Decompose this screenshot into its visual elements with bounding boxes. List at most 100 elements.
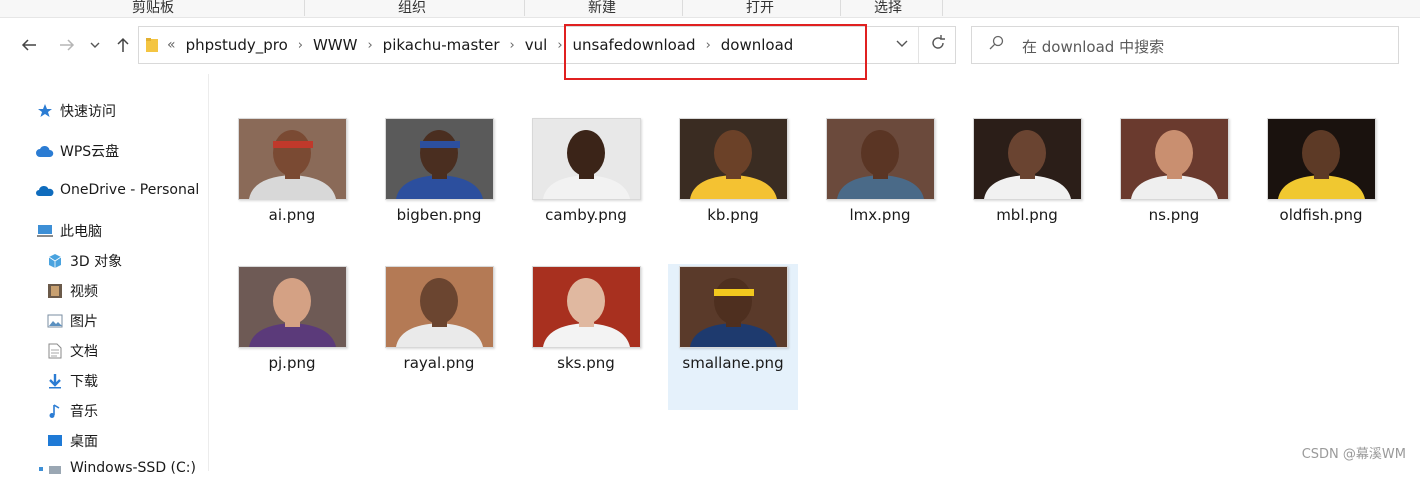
- file-item[interactable]: ai.png: [227, 116, 357, 262]
- ribbon-group-open: 打开: [746, 0, 774, 16]
- refresh-icon: [932, 35, 945, 49]
- refresh-button[interactable]: [929, 34, 947, 57]
- sidebar-item-label: 图片: [70, 314, 98, 330]
- image-thumbnail: [385, 266, 494, 348]
- file-item[interactable]: camby.png: [521, 116, 651, 262]
- drive-icon: [34, 459, 64, 477]
- file-name: sks.png: [557, 354, 615, 372]
- sidebar-item-label: 文档: [70, 344, 98, 360]
- file-item[interactable]: oldfish.png: [1256, 116, 1386, 262]
- file-item[interactable]: bigben.png: [374, 116, 504, 262]
- ribbon-divider: [942, 0, 943, 16]
- recent-locations-button[interactable]: [87, 34, 103, 56]
- computer-icon: [36, 222, 54, 240]
- file-name: camby.png: [545, 206, 627, 224]
- chevron-down-icon: [896, 40, 908, 47]
- breadcrumb-vul[interactable]: vul: [525, 36, 548, 54]
- star-icon: [36, 102, 54, 120]
- address-divider: [918, 27, 919, 63]
- search-placeholder: 在 download 中搜索: [1022, 38, 1165, 56]
- address-history-button[interactable]: [895, 36, 909, 54]
- forward-button[interactable]: [56, 34, 78, 56]
- sidebar-item-label: 视频: [70, 284, 98, 300]
- ribbon-group-labels: 剪贴板 组织 新建 打开 选择: [0, 0, 1420, 18]
- file-item[interactable]: ns.png: [1109, 116, 1239, 262]
- chevron-right-icon[interactable]: ›: [510, 38, 515, 53]
- sidebar-item-label: WPS云盘: [60, 144, 120, 160]
- sidebar-item-documents[interactable]: 文档: [46, 341, 98, 361]
- onedrive-icon: [36, 181, 54, 199]
- image-thumbnail: [532, 118, 641, 200]
- image-thumbnail: [385, 118, 494, 200]
- sidebar-item-3d-objects[interactable]: 3D 对象: [46, 251, 122, 271]
- sidebar-item-music[interactable]: 音乐: [46, 401, 98, 421]
- breadcrumb-www[interactable]: WWW: [313, 36, 358, 54]
- image-thumbnail: [238, 266, 347, 348]
- sidebar-item-downloads[interactable]: 下载: [46, 371, 98, 391]
- sidebar-item-drive-c[interactable]: Windows-SSD (C:): [34, 459, 196, 477]
- ribbon-group-select: 选择: [874, 0, 902, 16]
- chevron-right-icon[interactable]: ›: [298, 38, 303, 53]
- sidebar-item-label: 下载: [70, 374, 98, 390]
- sidebar-item-videos[interactable]: 视频: [46, 281, 98, 301]
- document-icon: [46, 342, 64, 360]
- up-button[interactable]: [112, 34, 134, 56]
- image-thumbnail: [532, 266, 641, 348]
- sidebar-item-label: 此电脑: [60, 224, 102, 240]
- navigation-pane: 快速访问 WPS云盘 OneDrive - Personal 此电脑 3D 对象…: [0, 74, 209, 476]
- chevron-right-icon[interactable]: ›: [557, 38, 562, 53]
- ribbon-group-clipboard: 剪贴板: [132, 0, 174, 16]
- ribbon-group-organize: 组织: [398, 0, 426, 16]
- search-box[interactable]: 在 download 中搜索: [971, 26, 1399, 64]
- image-thumbnail: [826, 118, 935, 200]
- file-name: lmx.png: [849, 206, 911, 224]
- file-name: ai.png: [268, 206, 316, 224]
- arrow-left-icon: [21, 39, 36, 51]
- arrow-right-icon: [60, 39, 75, 51]
- arrow-up-icon: [117, 37, 129, 52]
- cloud-icon: [36, 142, 54, 160]
- sidebar-item-wps-cloud[interactable]: WPS云盘: [36, 141, 119, 161]
- file-item[interactable]: lmx.png: [815, 116, 945, 262]
- search-icon: [989, 35, 1004, 50]
- sidebar-item-label: 音乐: [70, 404, 98, 420]
- watermark: CSDN @幕溪WM: [1301, 447, 1406, 462]
- image-thumbnail: [973, 118, 1082, 200]
- ribbon-divider: [524, 0, 525, 16]
- file-item[interactable]: sks.png: [521, 264, 651, 410]
- file-item[interactable]: pj.png: [227, 264, 357, 410]
- file-name: pj.png: [268, 354, 316, 372]
- breadcrumb-pikachu-master[interactable]: pikachu-master: [383, 36, 500, 54]
- sidebar-item-quick-access[interactable]: 快速访问: [36, 101, 116, 121]
- ribbon-divider: [840, 0, 841, 16]
- chevron-down-icon: [90, 42, 100, 48]
- picture-icon: [46, 312, 64, 330]
- film-icon: [46, 282, 64, 300]
- image-thumbnail: [679, 266, 788, 348]
- music-note-icon: [46, 402, 64, 420]
- download-arrow-icon: [46, 372, 64, 390]
- sidebar-item-label: Windows-SSD (C:): [70, 460, 196, 476]
- file-item[interactable]: mbl.png: [962, 116, 1092, 262]
- sidebar-item-desktop[interactable]: 桌面: [46, 431, 98, 451]
- sidebar-item-label: 快速访问: [60, 104, 116, 120]
- folder-icon: [146, 38, 158, 52]
- ribbon-divider: [304, 0, 305, 16]
- breadcrumb-overflow[interactable]: «: [167, 37, 176, 53]
- file-item[interactable]: kb.png: [668, 116, 798, 262]
- image-thumbnail: [1120, 118, 1229, 200]
- ribbon-divider: [682, 0, 683, 16]
- file-name: rayal.png: [403, 354, 475, 372]
- sidebar-item-pictures[interactable]: 图片: [46, 311, 98, 331]
- file-item[interactable]: rayal.png: [374, 264, 504, 410]
- file-item[interactable]: smallane.png: [668, 264, 798, 410]
- file-name: kb.png: [707, 206, 759, 224]
- image-thumbnail: [238, 118, 347, 200]
- back-button[interactable]: [18, 34, 40, 56]
- sidebar-item-this-pc[interactable]: 此电脑: [36, 221, 102, 241]
- breadcrumb-phpstudy-pro[interactable]: phpstudy_pro: [186, 36, 288, 54]
- sidebar-item-onedrive[interactable]: OneDrive - Personal: [36, 181, 199, 199]
- file-name: mbl.png: [996, 206, 1058, 224]
- chevron-right-icon[interactable]: ›: [367, 38, 372, 53]
- sidebar-item-label: 桌面: [70, 434, 98, 450]
